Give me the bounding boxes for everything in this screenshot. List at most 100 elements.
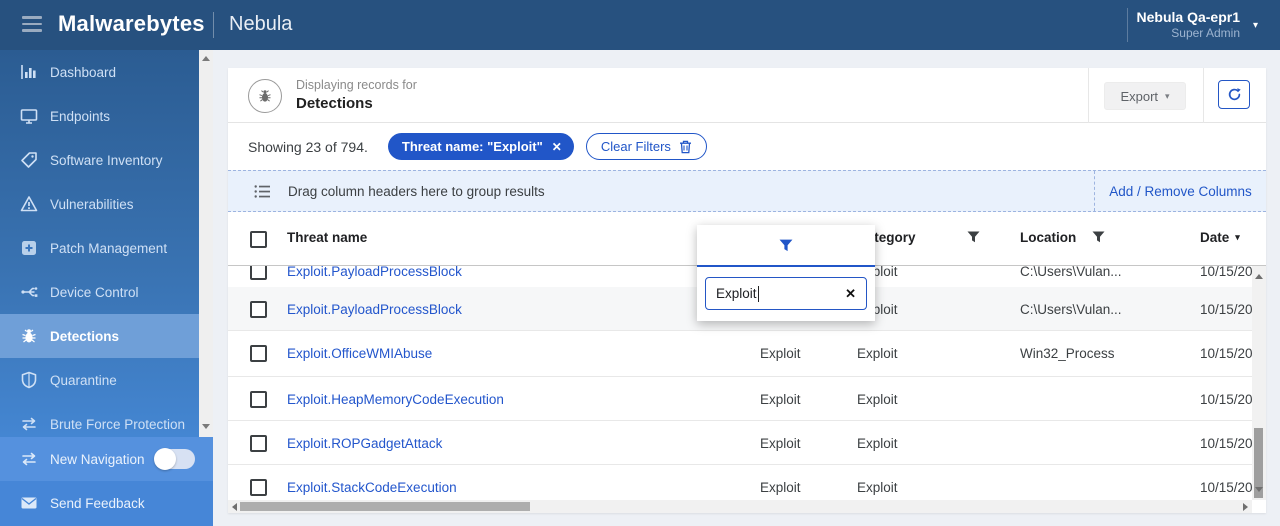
remove-filter-icon[interactable]: ✕ bbox=[552, 140, 562, 154]
sidebar-scrollbar[interactable] bbox=[199, 50, 213, 437]
sidebar-item-endpoints[interactable]: Endpoints bbox=[0, 94, 199, 138]
chevron-down-icon[interactable]: ▾ bbox=[1253, 20, 1258, 31]
scroll-down-icon[interactable] bbox=[202, 424, 210, 429]
scroll-up-icon[interactable] bbox=[202, 56, 210, 61]
horizontal-scrollbar[interactable] bbox=[228, 500, 1252, 513]
header-divider bbox=[1088, 68, 1089, 123]
filter-chip-label: Threat name: "Exploit" bbox=[401, 139, 543, 154]
toggle-knob bbox=[153, 448, 176, 470]
hamburger-menu-icon[interactable] bbox=[22, 16, 42, 32]
date-cell: 10/15/20 bbox=[1200, 266, 1253, 279]
row-checkbox[interactable] bbox=[250, 301, 267, 318]
date-cell: 10/15/20 bbox=[1200, 392, 1253, 407]
new-navigation-toggle[interactable] bbox=[153, 448, 195, 470]
sidebar-item-new-navigation[interactable]: New Navigation bbox=[0, 437, 213, 481]
top-bar: Malwarebytes Nebula Nebula Qa-epr1 Super… bbox=[0, 0, 1280, 50]
sidebar-item-software-inventory[interactable]: Software Inventory bbox=[0, 138, 199, 182]
row-checkbox[interactable] bbox=[250, 345, 267, 362]
type-cell: Exploit bbox=[760, 346, 801, 361]
clear-filters-button[interactable]: Clear Filters bbox=[585, 133, 707, 160]
filter-popup-body: Exploit ✕ bbox=[697, 267, 875, 321]
sidebar-item-dashboard[interactable]: Dashboard bbox=[0, 50, 199, 94]
filter-input[interactable]: Exploit ✕ bbox=[705, 277, 867, 310]
bug-icon bbox=[20, 327, 38, 345]
column-filter-popup: Exploit ✕ bbox=[697, 225, 875, 321]
clear-input-icon[interactable]: ✕ bbox=[845, 286, 856, 302]
active-filter-icon[interactable] bbox=[779, 239, 793, 252]
product-name: Nebula bbox=[229, 13, 293, 35]
group-by-bar[interactable]: Drag column headers here to group result… bbox=[228, 170, 1266, 212]
sidebar-item-detections[interactable]: Detections bbox=[0, 314, 199, 358]
type-cell: Exploit bbox=[760, 480, 801, 495]
threat-name-link[interactable]: Exploit.PayloadProcessBlock bbox=[287, 302, 462, 317]
detections-bug-icon bbox=[248, 79, 282, 113]
threat-name-link[interactable]: Exploit.OfficeWMIAbuse bbox=[287, 346, 432, 361]
threat-name-link[interactable]: Exploit.PayloadProcessBlock bbox=[287, 266, 462, 279]
sidebar-item-vulnerabilities[interactable]: Vulnerabilities bbox=[0, 182, 199, 226]
column-header-location[interactable]: Location bbox=[1020, 230, 1076, 245]
vertical-scrollbar[interactable] bbox=[1252, 266, 1266, 500]
row-checkbox[interactable] bbox=[250, 435, 267, 452]
horizontal-scroll-thumb[interactable] bbox=[240, 502, 530, 511]
sidebar-item-label: Detections bbox=[50, 328, 120, 344]
account-divider bbox=[1127, 8, 1128, 42]
scroll-down-icon[interactable] bbox=[1255, 487, 1263, 492]
tag-icon bbox=[20, 151, 38, 169]
date-cell: 10/15/20 bbox=[1200, 436, 1253, 451]
sidebar-footer: New Navigation Send Feedback bbox=[0, 437, 213, 526]
sidebar-item-send-feedback[interactable]: Send Feedback bbox=[0, 481, 213, 525]
app-screen: Malwarebytes Nebula Nebula Qa-epr1 Super… bbox=[0, 0, 1280, 526]
table-row[interactable]: Exploit.StackCodeExecution Exploit Explo… bbox=[228, 465, 1266, 500]
refresh-button[interactable] bbox=[1218, 80, 1250, 109]
sidebar-item-quarantine[interactable]: Quarantine bbox=[0, 358, 199, 402]
threat-name-link[interactable]: Exploit.StackCodeExecution bbox=[287, 480, 457, 495]
add-remove-columns-link[interactable]: Add / Remove Columns bbox=[1094, 171, 1266, 211]
row-checkbox[interactable] bbox=[250, 266, 267, 280]
text-cursor bbox=[757, 285, 759, 302]
record-count: Showing 23 of 794. bbox=[248, 138, 368, 155]
location-cell: C:\Users\Vulan... bbox=[1020, 302, 1122, 317]
table-row[interactable]: Exploit.HeapMemoryCodeExecution Exploit … bbox=[228, 377, 1266, 421]
table-row[interactable]: Exploit.OfficeWMIAbuse Exploit Exploit W… bbox=[228, 331, 1266, 377]
table-row-clipped: Exploit.StackCodeExecution Exploit Explo… bbox=[228, 465, 1266, 500]
row-checkbox[interactable] bbox=[250, 479, 267, 496]
column-header-threat-name[interactable]: Threat name bbox=[287, 230, 367, 245]
arrows-icon bbox=[20, 415, 38, 433]
export-button[interactable]: Export ▾ bbox=[1104, 82, 1186, 110]
scroll-up-icon[interactable] bbox=[1255, 274, 1263, 279]
date-cell: 10/15/20 bbox=[1200, 302, 1253, 317]
sidebar-item-label: Vulnerabilities bbox=[50, 196, 134, 212]
sidebar-item-label: Send Feedback bbox=[50, 495, 145, 511]
page-title: Detections bbox=[296, 95, 373, 112]
threat-name-link[interactable]: Exploit.ROPGadgetAttack bbox=[287, 436, 442, 451]
group-by-hint: Drag column headers here to group result… bbox=[288, 184, 545, 199]
endpoints-icon bbox=[20, 107, 38, 125]
category-filter-icon[interactable] bbox=[967, 231, 980, 243]
sidebar-item-label: New Navigation bbox=[50, 451, 145, 467]
chevron-down-icon: ▾ bbox=[1165, 90, 1170, 101]
filter-summary-row: Showing 23 of 794. Threat name: "Exploit… bbox=[228, 123, 1266, 170]
warning-icon bbox=[20, 195, 38, 213]
date-cell: 10/15/20 bbox=[1200, 346, 1253, 361]
account-menu[interactable]: Nebula Qa-epr1 Super Admin bbox=[1137, 8, 1240, 41]
select-all-checkbox[interactable] bbox=[250, 231, 267, 248]
location-filter-icon[interactable] bbox=[1092, 231, 1105, 243]
threat-name-filter-chip[interactable]: Threat name: "Exploit" ✕ bbox=[387, 133, 574, 160]
column-header-date[interactable]: Date ▾ bbox=[1200, 230, 1240, 245]
sidebar-item-patch-management[interactable]: Patch Management bbox=[0, 226, 199, 270]
account-role: Super Admin bbox=[1171, 26, 1240, 40]
table-row[interactable]: Exploit.ROPGadgetAttack Exploit Exploit … bbox=[228, 421, 1266, 465]
scrollbar-corner bbox=[1252, 500, 1266, 513]
scroll-left-icon[interactable] bbox=[232, 503, 237, 511]
scroll-right-icon[interactable] bbox=[1243, 503, 1248, 511]
sidebar-item-label: Brute Force Protection bbox=[50, 416, 186, 432]
sidebar-item-device-control[interactable]: Device Control bbox=[0, 270, 199, 314]
account-name: Nebula Qa-epr1 bbox=[1136, 9, 1240, 25]
threat-name-link[interactable]: Exploit.HeapMemoryCodeExecution bbox=[287, 392, 504, 407]
row-checkbox[interactable] bbox=[250, 391, 267, 408]
header-divider bbox=[1203, 68, 1204, 123]
sidebar-item-brute-force-protection[interactable]: Brute Force Protection bbox=[0, 402, 199, 437]
category-cell: Exploit bbox=[857, 392, 898, 407]
clear-filters-label: Clear Filters bbox=[600, 139, 671, 154]
sidebar-nav: Dashboard Endpoints Software Inventory V… bbox=[0, 50, 199, 437]
